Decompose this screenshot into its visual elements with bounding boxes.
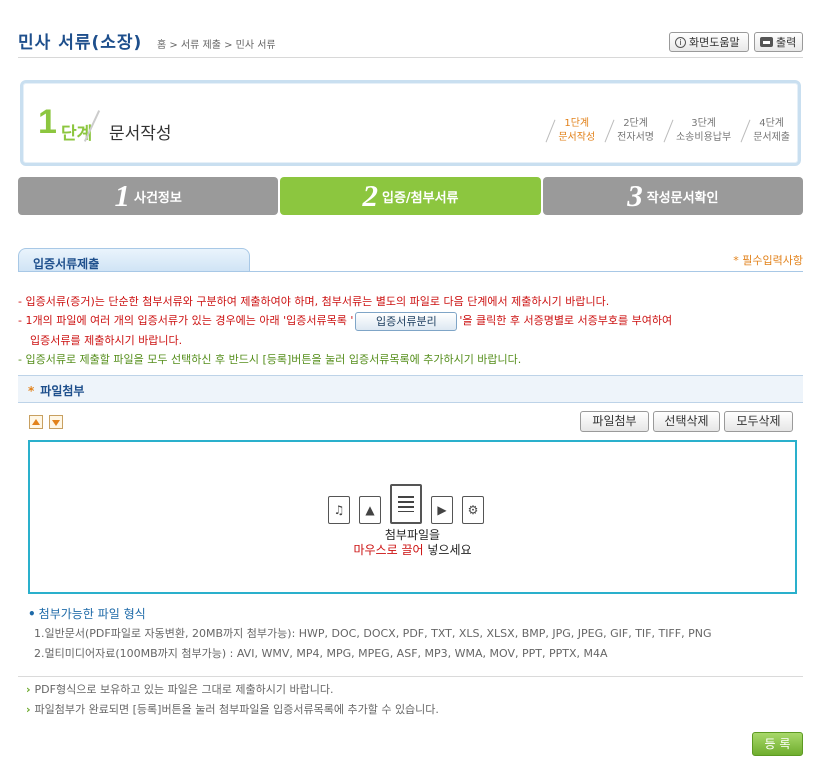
audio-file-icon: ♫: [328, 496, 350, 524]
formats-multimedia: 2.멀티미디어자료(100MB까지 첨부가능) : AVI, WMV, MP4,…: [34, 647, 608, 660]
file-drop-zone[interactable]: ♫ ▲ ▶ ⚙ 첨부파일을 마우스로 끌어 넣으세요: [28, 440, 797, 594]
sub-step-tabs: 1 사건정보 2 입증/첨부서류 3 작성문서확인: [18, 177, 803, 215]
tab-label: 사건정보: [133, 190, 182, 206]
delete-all-button[interactable]: 모두삭제: [724, 411, 793, 432]
note-line: - 입증서류(증거)는 단순한 첨부서류와 구분하여 제출하여야 하며, 첨부서…: [18, 295, 610, 308]
page-header: 민사 서류(소장) 홈 > 서류 제출 > 민사 서류 i 화면도움말 출력: [18, 28, 803, 58]
section-divider: [18, 271, 803, 272]
step-indicator: 1 단계 문서작성 1단계 문서작성 2단계 전자서명 3단계 소송비용납부 4…: [20, 80, 801, 166]
drop-instruction: 마우스로 끌어 넣으세요: [30, 541, 795, 558]
tab-number: 3: [627, 178, 643, 213]
attach-file-button[interactable]: 파일첨부: [580, 411, 649, 432]
required-note: * 필수입력사항: [733, 254, 803, 267]
print-button-label: 출력: [776, 36, 797, 49]
mini-step-label: 문서제출: [753, 132, 790, 143]
note-text: - 1개의 파일에 여러 개의 입증서류가 있는 경우에는 아래 '입증서류목록…: [18, 314, 354, 327]
tab-number: 1: [114, 178, 130, 213]
settings-file-icon: ⚙: [462, 496, 484, 524]
note-text: '을 클릭한 후 서증명별로 서증부호를 부여하여: [459, 314, 673, 327]
divider: [18, 676, 803, 677]
split-evidence-button[interactable]: 입증서류분리: [355, 311, 458, 331]
formats-document: 1.일반문서(PDF파일로 자동변환, 20MB까지 첨부가능): HWP, D…: [34, 627, 712, 640]
mini-step-4: 4단계 문서제출: [745, 117, 790, 145]
tab-label: 작성문서확인: [646, 190, 719, 206]
tip-text: 파일첨부가 완료되면 [등록]버튼을 눌러 첨부파일을 입증서류목록에 추가할 …: [34, 703, 439, 716]
tab-evidence-documents[interactable]: 2 입증/첨부서류: [280, 177, 541, 215]
help-button[interactable]: i 화면도움말: [669, 32, 749, 52]
drop-highlight: 마우스로 끌어: [353, 543, 424, 557]
note-line: - 1개의 파일에 여러 개의 입증서류가 있는 경우에는 아래 '입증서류목록…: [18, 311, 803, 331]
step-progress: 1단계 문서작성 2단계 전자서명 3단계 소송비용납부 4단계 문서제출: [550, 117, 790, 145]
mini-step-2: 2단계 전자서명: [609, 117, 654, 145]
chevron-right-icon: ›: [26, 703, 31, 716]
current-step-number: 1: [38, 103, 57, 141]
page-title: 민사 서류(소장): [18, 33, 143, 53]
mini-step-label: 전자서명: [617, 132, 654, 143]
video-file-icon: ▶: [431, 496, 453, 524]
tab-review-documents[interactable]: 3 작성문서확인: [542, 177, 803, 215]
file-attach-header: * 파일첨부: [18, 375, 803, 403]
mini-step-number: 3단계: [691, 118, 716, 129]
formats-title-text: 첨부가능한 파일 형식: [38, 607, 146, 621]
register-button[interactable]: 등 록: [752, 732, 803, 756]
instructions: - 입증서류(증거)는 단순한 첨부서류와 구분하여 제출하여야 하며, 첨부서…: [18, 292, 803, 369]
file-type-icons: ♫ ▲ ▶ ⚙: [328, 484, 484, 524]
mini-step-number: 2단계: [623, 118, 648, 129]
allowed-formats: • 첨부가능한 파일 형식 1.일반문서(PDF파일로 자동변환, 20MB까지 …: [28, 604, 711, 664]
current-step-title: 문서작성: [109, 124, 172, 144]
tip-line: › 파일첨부가 완료되면 [등록]버튼을 눌러 첨부파일을 입증서류목록에 추가할…: [26, 700, 439, 720]
image-file-icon: ▲: [359, 496, 381, 524]
drop-text: 넣으세요: [427, 543, 472, 557]
tab-case-info[interactable]: 1 사건정보: [18, 177, 279, 215]
mini-step-number: 4단계: [759, 118, 784, 129]
mini-step-number: 1단계: [564, 118, 590, 129]
note-line: - 입증서류로 제출할 파일을 모두 선택하신 후 반드시 [등록]버튼을 눌러…: [18, 352, 522, 366]
section-title: 입증서류제출: [18, 248, 250, 272]
printer-icon: [760, 37, 773, 47]
tab-label: 입증/첨부서류: [381, 190, 459, 206]
tips: › PDF형식으로 보유하고 있는 파일은 그대로 제출하시기 바랍니다. › 파일…: [26, 680, 439, 720]
document-file-icon: [390, 484, 422, 524]
move-up-button[interactable]: [29, 415, 43, 429]
mini-step-label: 문서작성: [558, 132, 596, 143]
tab-number: 2: [362, 178, 378, 213]
move-down-button[interactable]: [49, 415, 63, 429]
print-button[interactable]: 출력: [754, 32, 803, 52]
note-line: 입증서류를 제출하시기 바랍니다.: [30, 333, 183, 347]
tip-text: PDF형식으로 보유하고 있는 파일은 그대로 제출하시기 바랍니다.: [34, 683, 334, 696]
delete-selected-button[interactable]: 선택삭제: [653, 411, 720, 432]
chevron-right-icon: ›: [26, 683, 31, 696]
info-icon: i: [675, 36, 686, 48]
help-button-label: 화면도움말: [689, 36, 740, 49]
mini-step-label: 소송비용납부: [675, 132, 732, 143]
required-star: *: [28, 384, 35, 398]
mini-step-1: 1단계 문서작성: [550, 117, 595, 145]
mini-step-3: 3단계 소송비용납부: [668, 117, 731, 145]
formats-title: • 첨부가능한 파일 형식: [28, 607, 146, 621]
breadcrumb: 홈 > 서류 제출 > 민사 서류: [157, 40, 276, 51]
file-attach-title: 파일첨부: [40, 384, 85, 398]
tip-line: › PDF형식으로 보유하고 있는 파일은 그대로 제출하시기 바랍니다.: [26, 680, 439, 700]
